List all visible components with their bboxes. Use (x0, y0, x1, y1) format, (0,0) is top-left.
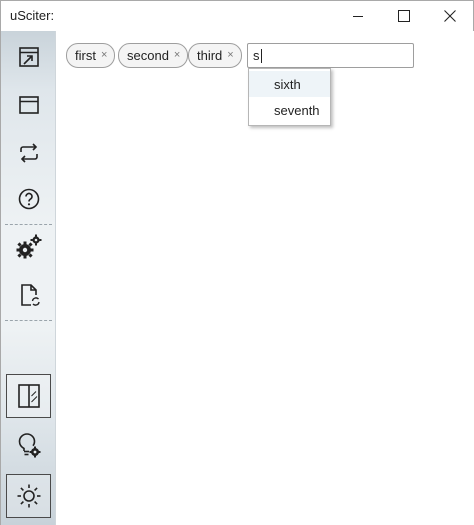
remove-tag-icon[interactable]: × (101, 50, 107, 61)
maximize-button[interactable] (381, 1, 427, 31)
close-button[interactable] (427, 1, 473, 31)
minimize-button[interactable] (335, 1, 381, 31)
sidebar-item-open-window[interactable] (6, 35, 51, 79)
document-refresh-icon (20, 284, 40, 306)
tag-chip[interactable]: second × (118, 43, 189, 68)
tag-label: second (127, 48, 169, 63)
tag-label: first (75, 48, 96, 63)
tag-label: third (197, 48, 223, 63)
help-icon (18, 188, 39, 210)
tag-input-value: s (253, 48, 260, 63)
split-view-icon (17, 384, 40, 408)
sidebar-item-window[interactable] (6, 83, 51, 127)
lightbulb-settings-icon (18, 433, 40, 458)
remove-tag-icon[interactable]: × (174, 50, 180, 61)
sidebar-item-document-refresh[interactable] (6, 273, 51, 317)
remove-tag-icon[interactable]: × (227, 50, 233, 61)
tag-chip[interactable]: first × (66, 43, 116, 68)
sidebar-item-settings[interactable] (6, 225, 51, 269)
open-window-icon (18, 47, 39, 67)
app-window: uSciter: first × second × third × s sixt… (0, 0, 474, 525)
window-icon (18, 96, 39, 114)
close-icon (444, 10, 456, 22)
sidebar (1, 31, 56, 525)
suggestion-item[interactable]: seventh (249, 97, 330, 123)
window-title: uSciter: (10, 8, 55, 23)
sidebar-item-help[interactable] (6, 177, 51, 221)
suggestion-dropdown: sixth seventh (248, 68, 331, 126)
gears-icon (16, 234, 41, 259)
main-content: first × second × third × s sixth seventh (56, 31, 474, 525)
title-bar: uSciter: (1, 1, 473, 31)
minimize-icon (353, 16, 363, 17)
sidebar-item-theme[interactable] (6, 474, 51, 518)
tag-input[interactable]: s (247, 43, 414, 68)
sun-icon (17, 484, 40, 508)
tag-chip[interactable]: third × (188, 43, 242, 68)
sidebar-item-refresh[interactable] (6, 131, 51, 175)
sidebar-separator (5, 320, 52, 321)
text-caret (260, 48, 262, 63)
refresh-icon (19, 143, 38, 163)
sidebar-item-split-view[interactable] (6, 374, 51, 418)
maximize-icon (398, 10, 410, 22)
suggestion-item[interactable]: sixth (249, 71, 330, 97)
sidebar-item-lightbulb[interactable] (6, 424, 51, 468)
